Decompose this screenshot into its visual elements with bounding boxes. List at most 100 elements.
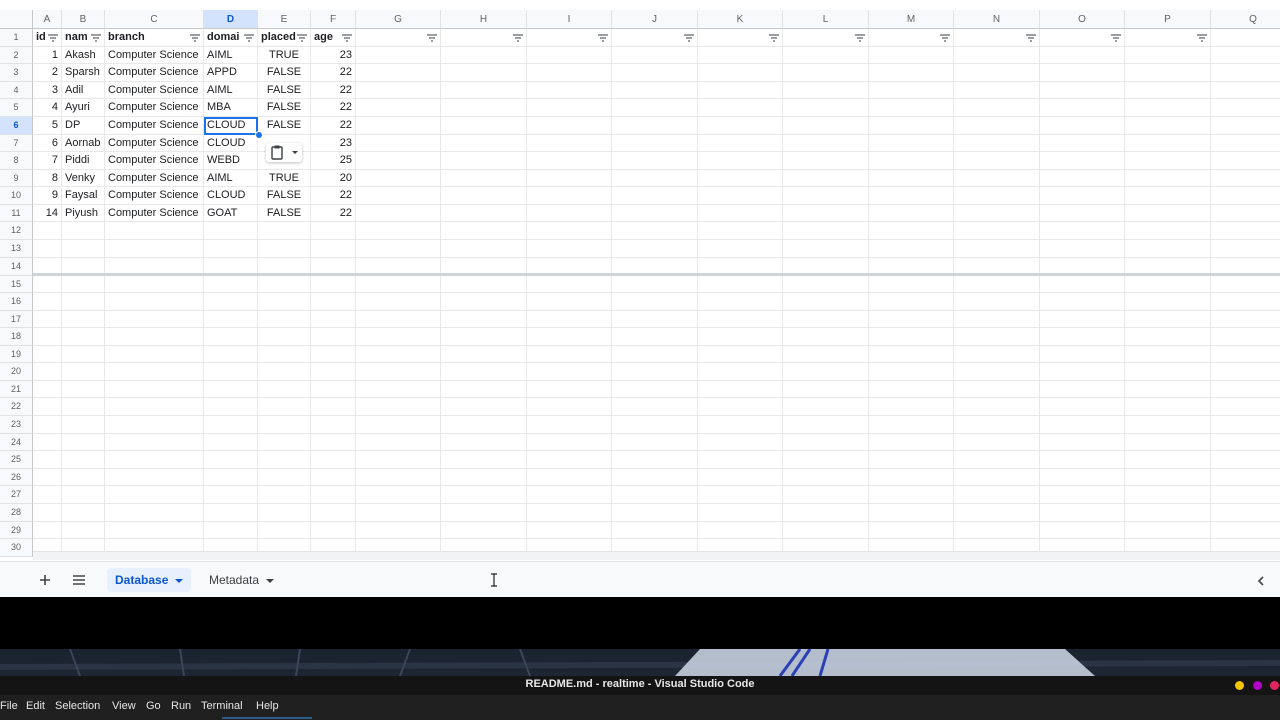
empty-cell[interactable] — [356, 47, 441, 64]
empty-cell[interactable] — [612, 311, 698, 328]
empty-cell[interactable] — [1125, 311, 1211, 328]
empty-cell[interactable] — [1040, 469, 1125, 486]
cell-name[interactable]: Piyush — [62, 205, 105, 222]
empty-cell[interactable] — [954, 187, 1040, 205]
empty-cell[interactable] — [698, 205, 783, 222]
column-header-p[interactable]: P — [1125, 10, 1211, 29]
empty-cell[interactable] — [311, 240, 356, 258]
filter-icon[interactable] — [1197, 34, 1207, 42]
row-header-30[interactable]: 30 — [0, 539, 33, 557]
empty-cell[interactable] — [612, 293, 698, 311]
empty-cell[interactable] — [527, 205, 612, 222]
empty-cell[interactable] — [105, 522, 204, 539]
empty-cell[interactable] — [783, 99, 869, 117]
empty-cell[interactable] — [258, 293, 311, 311]
empty-cell[interactable] — [1125, 328, 1211, 346]
filter-icon[interactable] — [769, 34, 779, 42]
empty-cell[interactable] — [258, 240, 311, 258]
minimize-window-button[interactable] — [1235, 681, 1244, 690]
empty-cell[interactable] — [356, 363, 441, 381]
empty-cell[interactable] — [612, 328, 698, 346]
empty-cell[interactable] — [356, 504, 441, 522]
empty-cell[interactable] — [62, 398, 105, 416]
empty-cell[interactable] — [311, 222, 356, 240]
empty-cell[interactable] — [311, 363, 356, 381]
empty-cell[interactable] — [33, 451, 62, 469]
empty-cell[interactable] — [869, 398, 954, 416]
empty-cell[interactable] — [954, 311, 1040, 328]
empty-cell[interactable] — [612, 187, 698, 205]
empty-cell[interactable] — [441, 170, 527, 187]
empty-cell[interactable] — [698, 522, 783, 539]
filter-icon[interactable] — [855, 34, 865, 42]
empty-cell[interactable] — [869, 469, 954, 486]
empty-cell[interactable] — [258, 434, 311, 451]
cell-id[interactable]: 4 — [33, 99, 62, 117]
empty-cell[interactable] — [105, 311, 204, 328]
empty-cell[interactable] — [258, 276, 311, 293]
empty-cell[interactable] — [1125, 99, 1211, 117]
empty-cell[interactable] — [527, 416, 612, 434]
empty-cell[interactable] — [783, 293, 869, 311]
empty-cell[interactable] — [441, 346, 527, 363]
row-header-25[interactable]: 25 — [0, 451, 33, 469]
column-header-h[interactable]: H — [441, 10, 527, 29]
empty-cell[interactable] — [62, 469, 105, 486]
filter-icon[interactable] — [513, 34, 523, 42]
empty-cell[interactable] — [1125, 363, 1211, 381]
empty-cell[interactable] — [204, 363, 258, 381]
menu-help[interactable]: Help — [256, 700, 279, 712]
collapse-sidepanel-button[interactable] — [1250, 568, 1272, 592]
empty-cell[interactable] — [105, 469, 204, 486]
empty-cell[interactable] — [105, 381, 204, 398]
cell-name[interactable]: Sparsh — [62, 64, 105, 82]
column-header-g[interactable]: G — [356, 10, 441, 29]
empty-cell[interactable] — [33, 276, 62, 293]
row-header-26[interactable]: 26 — [0, 469, 33, 486]
empty-cell[interactable] — [1040, 522, 1125, 539]
column-header-k[interactable]: K — [698, 10, 783, 29]
empty-cell[interactable] — [527, 486, 612, 504]
filter-icon[interactable] — [342, 34, 352, 42]
filter-icon[interactable] — [1026, 34, 1036, 42]
empty-cell[interactable] — [612, 346, 698, 363]
filter-icon[interactable] — [1111, 34, 1121, 42]
empty-cell[interactable] — [1125, 170, 1211, 187]
empty-cell[interactable] — [954, 240, 1040, 258]
empty-cell[interactable] — [311, 276, 356, 293]
empty-cell[interactable] — [1040, 328, 1125, 346]
empty-cell[interactable] — [1125, 152, 1211, 170]
empty-cell[interactable] — [1040, 346, 1125, 363]
column-header-m[interactable]: M — [869, 10, 954, 29]
empty-cell[interactable] — [105, 293, 204, 311]
empty-cell[interactable] — [783, 82, 869, 99]
menu-edit[interactable]: Edit — [26, 700, 45, 712]
cell-branch[interactable]: Computer Science — [105, 99, 204, 117]
menu-view[interactable]: View — [112, 700, 136, 712]
empty-cell[interactable] — [527, 311, 612, 328]
paste-options-button[interactable] — [266, 143, 302, 162]
empty-cell[interactable] — [527, 64, 612, 82]
empty-cell[interactable] — [311, 416, 356, 434]
cell-id[interactable]: 3 — [33, 82, 62, 99]
empty-cell[interactable] — [311, 398, 356, 416]
empty-cell[interactable] — [356, 469, 441, 486]
empty-cell[interactable] — [311, 311, 356, 328]
empty-cell[interactable] — [783, 486, 869, 504]
cell-id[interactable]: 5 — [33, 117, 62, 135]
row-header-3[interactable]: 3 — [0, 64, 33, 82]
empty-cell[interactable] — [1211, 416, 1280, 434]
cell-age[interactable]: 20 — [311, 170, 356, 187]
cell-placed[interactable]: FALSE — [258, 117, 311, 135]
empty-cell[interactable] — [612, 276, 698, 293]
empty-cell[interactable] — [356, 222, 441, 240]
empty-cell[interactable] — [698, 311, 783, 328]
menu-selection[interactable]: Selection — [55, 700, 100, 712]
empty-cell[interactable] — [62, 240, 105, 258]
empty-cell[interactable] — [441, 522, 527, 539]
menu-terminal[interactable]: Terminal — [201, 700, 243, 712]
empty-cell[interactable] — [1211, 187, 1280, 205]
row-header-2[interactable]: 2 — [0, 47, 33, 64]
empty-cell[interactable] — [1211, 346, 1280, 363]
empty-cell[interactable] — [1125, 47, 1211, 64]
